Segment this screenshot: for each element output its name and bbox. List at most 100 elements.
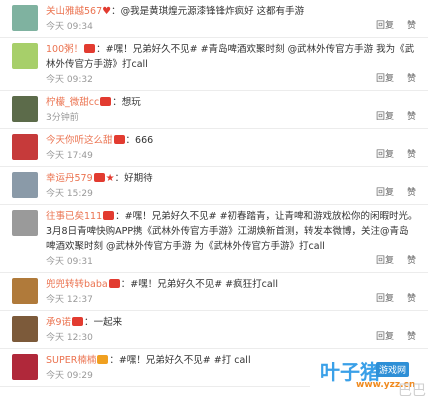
comment-actions: 回复 赞: [363, 254, 416, 269]
like-button[interactable]: 赞: [407, 256, 416, 266]
avatar[interactable]: [12, 354, 38, 380]
like-button[interactable]: 赞: [407, 150, 416, 160]
comment-actions: 回复 赞: [363, 72, 416, 87]
like-button[interactable]: 赞: [407, 21, 416, 31]
member-badge-icon: [103, 211, 115, 220]
comment-meta: 今天 09:32 回复 赞: [46, 72, 428, 87]
separator: ：: [115, 211, 125, 222]
commenter-name-link[interactable]: 关山雅越567: [46, 6, 102, 17]
reply-button[interactable]: 回复: [376, 150, 394, 160]
member-badge-icon: [72, 317, 84, 326]
comment-time: 3分钟前: [46, 113, 79, 123]
reply-button[interactable]: 回复: [376, 256, 394, 266]
comment-text: 好期待: [124, 173, 153, 184]
comment-item: 幸运丹579 ★：好期待 今天 15:29 回复 赞: [0, 167, 428, 205]
comment-text: 想玩: [121, 97, 141, 108]
like-button[interactable]: 赞: [407, 332, 416, 342]
comment-time: 今天 09:34: [46, 22, 93, 32]
comment-meta: 今天 09:31 回复 赞: [46, 254, 428, 269]
separator: ：: [112, 97, 122, 108]
comment-meta: 今天 17:49 回复 赞: [46, 148, 428, 163]
separator: ：: [120, 279, 131, 290]
like-button[interactable]: 赞: [407, 188, 416, 198]
logo-sub-text: 游戏网: [376, 362, 410, 377]
separator: ：: [111, 6, 121, 17]
commenter-name-link[interactable]: 柠檬_微甜cc: [46, 97, 99, 108]
reply-button[interactable]: 回复: [376, 112, 394, 122]
comment-time: 今天 12:30: [46, 333, 93, 343]
comment-item: 往事已矣111 ：#嘿！兄弟好久不见# #初春踏青，让青啤和游戏放松你的闲暇时光。…: [0, 205, 428, 273]
comment-item: 关山雅越567♥：@我是黄琪煌元源漆锋锋炸疯好 这都有手游今天 09:34 回复 赞: [0, 0, 428, 38]
comment-line: 往事已矣111 ：#嘿！兄弟好久不见# #初春踏青，让青啤和游戏放松你的闲暇时光。…: [46, 209, 428, 254]
comment-meta: 今天 15:29 回复 赞: [46, 186, 428, 201]
reply-button[interactable]: 回复: [376, 294, 394, 304]
comment-line: 兜兜转转baba ：#嘿！兄弟好久不见# #疯狂打call: [46, 277, 428, 292]
avatar[interactable]: [12, 278, 38, 304]
separator: ：: [96, 44, 106, 55]
comment-time: 今天 09:29: [46, 371, 93, 381]
comment-meta: 今天 09:34 回复 赞: [46, 19, 428, 34]
avatar[interactable]: [12, 316, 38, 342]
star-badge-icon: ★: [105, 173, 115, 184]
avatar[interactable]: [12, 5, 38, 31]
comment-actions: 回复 赞: [363, 19, 416, 34]
watermark: 巴巴: [398, 383, 426, 399]
separator: ：: [125, 135, 136, 146]
avatar[interactable]: [12, 43, 38, 69]
comment-time: 今天 09:31: [46, 257, 93, 267]
commenter-name-link[interactable]: 兜兜转转baba: [46, 279, 108, 290]
comment-line: 承9诺 ：一起来: [46, 315, 428, 330]
member-badge-icon: [100, 97, 112, 106]
member-badge-icon: [113, 135, 125, 144]
comment-line: 幸运丹579 ★：好期待: [46, 171, 428, 186]
comment-time: 今天 12:37: [46, 295, 93, 305]
like-button[interactable]: 赞: [407, 112, 416, 122]
commenter-name-link[interactable]: 幸运丹579: [46, 173, 93, 184]
member-badge-icon: [93, 173, 105, 182]
reply-button[interactable]: 回复: [376, 74, 394, 84]
comment-time: 今天 17:49: [46, 151, 93, 161]
comment-line: 关山雅越567♥：@我是黄琪煌元源漆锋锋炸疯好 这都有手游: [46, 4, 428, 19]
comment-item: 100粥！ ：#嘿！兄弟好久不见# #青岛啤酒欢聚时刻 @武林外传官方手游 我为《…: [0, 38, 428, 91]
comment-meta: 今天 12:37 回复 赞: [46, 292, 428, 307]
comment-line: 柠檬_微甜cc ：想玩: [46, 95, 428, 110]
commenter-name-link[interactable]: 100粥！: [46, 44, 83, 55]
like-button[interactable]: 赞: [407, 294, 416, 304]
reply-button[interactable]: 回复: [376, 21, 394, 31]
comment-actions: 回复 赞: [363, 292, 416, 307]
commenter-name-link[interactable]: 今天你听这么甜: [46, 135, 113, 146]
separator: ：: [109, 355, 119, 366]
comment-text: 一起来: [93, 317, 123, 328]
separator: ：: [114, 173, 125, 184]
avatar[interactable]: [12, 172, 38, 198]
commenter-name-link[interactable]: SUPER楠楠: [46, 355, 96, 366]
comment-text: #嘿！兄弟好久不见# #疯狂打call: [130, 279, 278, 290]
commenter-name-link[interactable]: 往事已矣111: [46, 211, 102, 222]
comment-meta: 3分钟前 回复 赞: [46, 110, 428, 125]
avatar[interactable]: [12, 210, 38, 236]
comment-item: 今天你听这么甜 ：666 今天 17:49 回复 赞: [0, 129, 428, 167]
separator: ：: [84, 317, 94, 328]
comment-item: 柠檬_微甜cc ：想玩 3分钟前 回复 赞: [0, 91, 428, 129]
reply-button[interactable]: 回复: [376, 188, 394, 198]
commenter-name-link[interactable]: 承9诺: [46, 317, 71, 328]
comment-text: 666: [135, 135, 154, 146]
comment-time: 今天 09:32: [46, 75, 93, 85]
comment-actions: 回复 赞: [363, 148, 416, 163]
comment-item: 兜兜转转baba ：#嘿！兄弟好久不见# #疯狂打call 今天 12:37 回复 赞: [0, 273, 428, 311]
avatar[interactable]: [12, 134, 38, 160]
comment-text: #嘿！兄弟好久不见# #打 call: [118, 355, 251, 366]
member-badge-icon: [84, 44, 96, 53]
comment-list: 关山雅越567♥：@我是黄琪煌元源漆锋锋炸疯好 这都有手游 今天 09:34 回复赞…: [0, 0, 428, 387]
comment-item: 承9诺 ：一起来 今天 12:30 回复 赞: [0, 311, 428, 349]
heart-badge-icon: ♥: [102, 6, 112, 17]
avatar[interactable]: [12, 96, 38, 122]
comment-actions: 回复 赞: [363, 330, 416, 345]
comment-line: 100粥！ ：#嘿！兄弟好久不见# #青岛啤酒欢聚时刻 @武林外传官方手游 我为《…: [46, 42, 428, 72]
member-badge-icon: [97, 355, 109, 364]
comment-actions: 回复 赞: [363, 110, 416, 125]
comment-actions: 回复 赞: [363, 186, 416, 201]
reply-button[interactable]: 回复: [376, 332, 394, 342]
like-button[interactable]: 赞: [407, 74, 416, 84]
comment-text: @我是黄琪煌元源漆锋锋炸疯好 这都有手游: [120, 6, 305, 17]
